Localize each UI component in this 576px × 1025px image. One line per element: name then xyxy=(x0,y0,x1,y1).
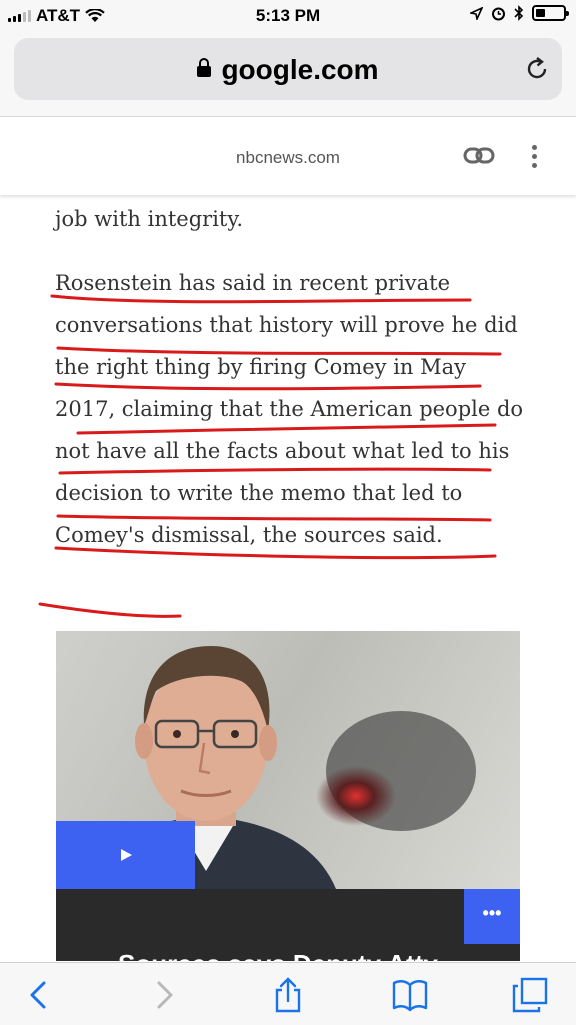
article-paragraph-highlighted: Rosenstein has said in recent private co… xyxy=(55,271,524,547)
play-button[interactable] xyxy=(56,821,195,889)
link-icon[interactable] xyxy=(463,145,495,167)
video-headline[interactable]: Sources says Deputy Atty xyxy=(118,949,438,961)
location-icon xyxy=(470,6,483,20)
reload-icon[interactable] xyxy=(524,56,550,82)
play-icon xyxy=(120,849,132,861)
share-icon[interactable] xyxy=(270,977,306,1013)
more-options-icon[interactable] xyxy=(530,145,538,169)
browser-toolbar xyxy=(0,962,576,1025)
battery-icon xyxy=(532,5,569,21)
bluetooth-icon xyxy=(514,5,524,21)
article-paragraph: job with integrity. xyxy=(55,207,244,231)
address-bar[interactable]: google.com xyxy=(14,38,562,100)
alarm-icon xyxy=(492,7,505,20)
video-card[interactable]: ••• Sources says Deputy Atty xyxy=(56,631,520,961)
video-thumbnail[interactable] xyxy=(56,631,520,889)
more-button[interactable]: ••• xyxy=(464,889,520,944)
bookmarks-icon[interactable] xyxy=(392,977,428,1013)
lock-icon xyxy=(197,58,212,77)
url-text: google.com xyxy=(221,54,379,85)
forward-icon[interactable] xyxy=(145,977,181,1013)
status-bar: AT&T 5:13 PM xyxy=(0,0,576,32)
tabs-icon[interactable] xyxy=(512,977,548,1013)
browser-url-bar-area: google.com xyxy=(0,32,576,117)
article-body: job with integrity. Rosenstein has said … xyxy=(55,198,525,556)
back-icon[interactable] xyxy=(22,977,58,1013)
